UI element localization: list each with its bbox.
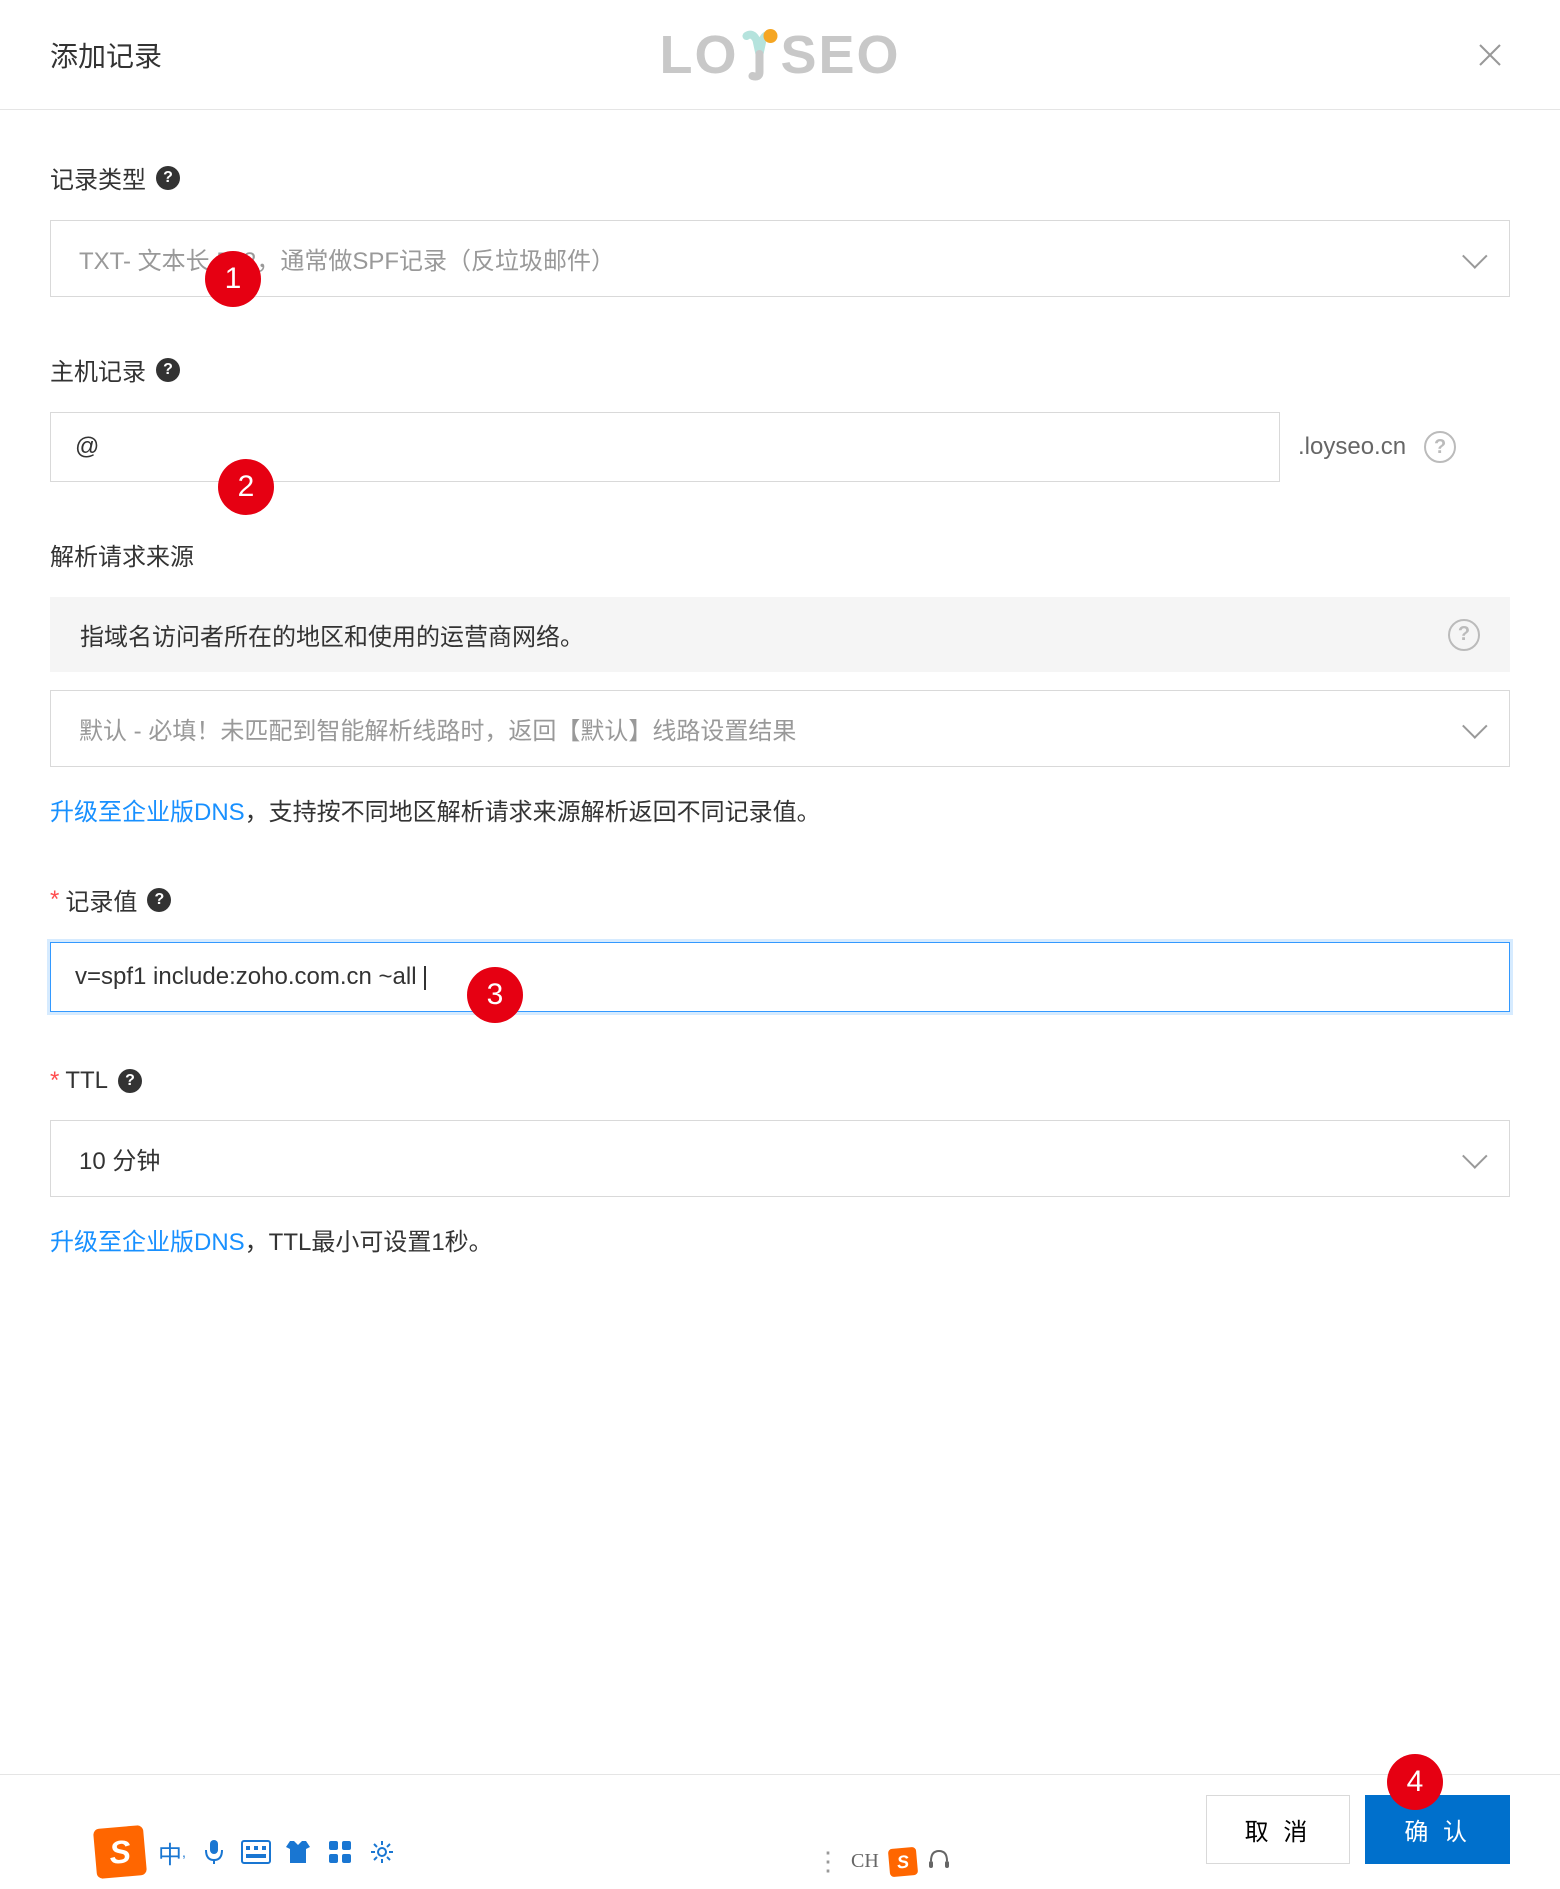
help-icon[interactable]: ? xyxy=(147,888,171,912)
required-mark: * xyxy=(50,1067,59,1095)
request-source-group: 解析请求来源 指域名访问者所在的地区和使用的运营商网络。 ? 默认 - 必填！未… xyxy=(50,537,1510,827)
record-type-select[interactable]: TXT- 文本长 512，通常做SPF记录（反垃圾邮件） xyxy=(50,220,1510,297)
modal-header: 添加记录 LO SEO xyxy=(0,0,1560,110)
help-icon[interactable]: ? xyxy=(156,166,180,190)
host-record-group: 主机记录 ? .loyseo.cn ? xyxy=(50,352,1510,482)
annotation-badge-3: 3 xyxy=(467,967,523,1023)
ttl-hint: 升级至企业版DNS，TTL最小可设置1秒。 xyxy=(50,1222,1510,1257)
sogou-small-icon[interactable]: S xyxy=(888,1846,918,1876)
ttl-select[interactable]: 10 分钟 xyxy=(50,1120,1510,1197)
request-source-info: 指域名访问者所在的地区和使用的运营商网络。 ? xyxy=(50,597,1510,672)
upgrade-dns-link[interactable]: 升级至企业版DNS xyxy=(50,799,245,826)
shirt-icon[interactable] xyxy=(283,1837,313,1867)
record-value-input[interactable]: v=spf1 include:zoho.com.cn ~all xyxy=(50,942,1510,1012)
logo-watermark: LO SEO xyxy=(659,24,900,86)
record-value-label: * 记录值 ? xyxy=(50,882,1510,917)
logo-y-icon xyxy=(738,28,780,82)
settings-icon[interactable] xyxy=(367,1837,397,1867)
footer-actions: 取 消 确 认 xyxy=(1206,1795,1510,1864)
annotation-badge-2: 2 xyxy=(218,459,274,515)
record-value-group: * 记录值 ? v=spf1 include:zoho.com.cn ~all xyxy=(50,882,1510,1012)
modal-footer: S 中, ⋮ CH S 取 消 确 认 xyxy=(0,1774,1560,1889)
headset-icon[interactable] xyxy=(927,1847,951,1876)
ime-toolbar: S 中, xyxy=(95,1827,397,1877)
help-icon[interactable]: ? xyxy=(118,1069,142,1093)
annotation-badge-1: 1 xyxy=(205,251,261,307)
request-source-label: 解析请求来源 xyxy=(50,537,1510,572)
help-outline-icon[interactable]: ? xyxy=(1424,431,1456,463)
chevron-down-icon xyxy=(1462,713,1487,738)
record-type-group: 记录类型 ? TXT- 文本长 512，通常做SPF记录（反垃圾邮件） xyxy=(50,160,1510,297)
ime-mode-icon[interactable]: 中, xyxy=(157,1837,187,1867)
annotation-badge-4: 4 xyxy=(1387,1754,1443,1810)
grid-icon[interactable] xyxy=(325,1837,355,1867)
chevron-down-icon xyxy=(1462,1143,1487,1168)
ttl-label: * TTL ? xyxy=(50,1067,1510,1095)
page-title: 添加记录 xyxy=(50,35,162,75)
record-type-label: 记录类型 ? xyxy=(50,160,1510,195)
cancel-button[interactable]: 取 消 xyxy=(1206,1795,1351,1864)
ttl-group: * TTL ? 10 分钟 升级至企业版DNS，TTL最小可设置1秒。 xyxy=(50,1067,1510,1257)
confirm-button[interactable]: 确 认 xyxy=(1365,1795,1510,1864)
request-source-hint: 升级至企业版DNS，支持按不同地区解析请求来源解析返回不同记录值。 xyxy=(50,792,1510,827)
chevron-down-icon xyxy=(1462,243,1487,268)
upgrade-dns-link[interactable]: 升级至企业版DNS xyxy=(50,1229,245,1256)
host-record-label: 主机记录 ? xyxy=(50,352,1510,387)
request-source-select[interactable]: 默认 - 必填！未匹配到智能解析线路时，返回【默认】线路设置结果 xyxy=(50,690,1510,767)
required-mark: * xyxy=(50,886,59,914)
ime-lang-indicator[interactable]: CH xyxy=(851,1850,879,1873)
domain-suffix: .loyseo.cn xyxy=(1298,433,1406,461)
ime-status-bar: ⋮ CH S xyxy=(815,1846,951,1877)
close-button[interactable] xyxy=(1470,35,1510,75)
help-icon[interactable]: ? xyxy=(156,358,180,382)
sogou-logo-icon[interactable]: S xyxy=(93,1825,147,1879)
help-outline-icon[interactable]: ? xyxy=(1448,619,1480,651)
mic-icon[interactable] xyxy=(199,1837,229,1867)
keyboard-icon[interactable] xyxy=(241,1837,271,1867)
ime-divider-icon: ⋮ xyxy=(815,1846,841,1877)
